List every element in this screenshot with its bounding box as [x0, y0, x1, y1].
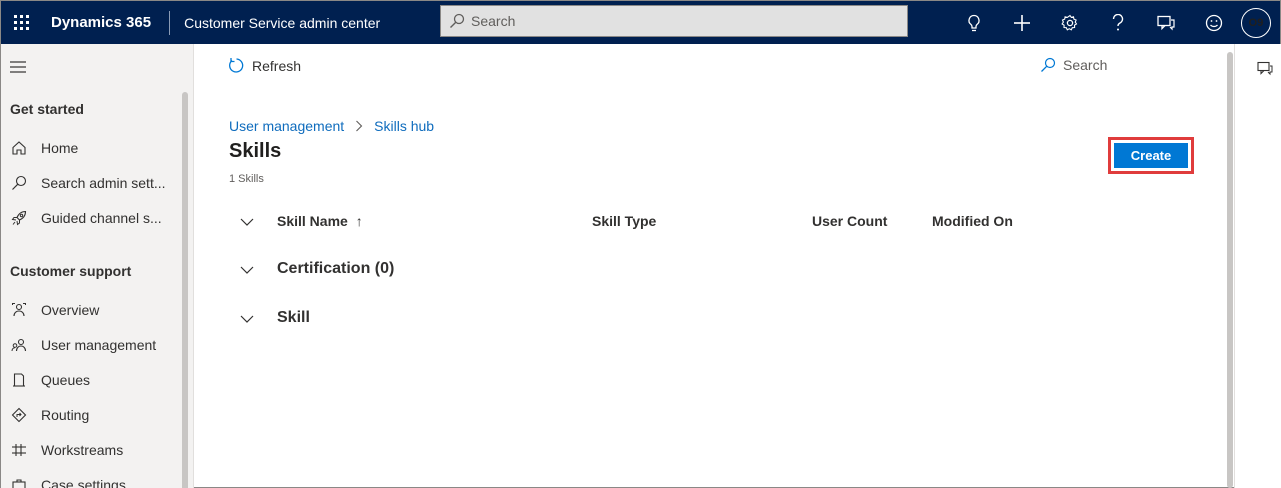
group-row-skill[interactable]: Skill: [229, 302, 1219, 336]
nav-item-routing[interactable]: Routing: [1, 398, 181, 432]
case-icon: [10, 476, 28, 488]
column-header-label: Skill Name: [277, 213, 348, 229]
refresh-button[interactable]: Refresh: [228, 57, 301, 74]
group-label: Certification (0): [277, 260, 395, 277]
user-avatar[interactable]: O9: [1241, 7, 1271, 38]
home-icon: [10, 139, 28, 157]
chevron-down-icon[interactable]: [239, 262, 255, 278]
breadcrumb-user-management[interactable]: User management: [229, 118, 344, 134]
sort-ascending-icon: ↑: [355, 213, 363, 229]
queue-icon: [10, 371, 28, 389]
grid-search-input[interactable]: Search: [1040, 57, 1107, 73]
add-icon[interactable]: [998, 1, 1046, 44]
nav-item-label: Home: [41, 140, 79, 156]
chevron-down-icon[interactable]: [239, 311, 255, 327]
nav-item-label: User management: [41, 337, 157, 353]
nav-item-label: Search admin sett...: [41, 175, 166, 191]
column-header-user-count[interactable]: User Count: [812, 213, 887, 229]
refresh-icon: [229, 58, 244, 73]
nav-section-customer-support: Customer support: [10, 263, 132, 279]
nav-item-label: Case settings: [41, 477, 126, 488]
waffle-icon: [13, 15, 29, 30]
nav-item-label: Queues: [41, 372, 91, 388]
rocket-icon: [10, 209, 28, 227]
routing-icon: [10, 406, 28, 424]
nav-item-search-admin-settings[interactable]: Search admin sett...: [1, 166, 181, 200]
grid-header-row: Skill Name ↑ Skill Type User Count Modif…: [229, 206, 1219, 236]
content-scrollbar[interactable]: [1227, 52, 1233, 488]
page-title: Skills: [229, 140, 282, 162]
nav-item-user-management[interactable]: User management: [1, 328, 181, 362]
help-icon[interactable]: [1094, 1, 1142, 44]
hamburger-menu-icon[interactable]: [10, 60, 26, 78]
chevron-down-icon[interactable]: [239, 214, 255, 230]
nav-scrollbar[interactable]: [182, 92, 188, 488]
nav-item-label: Workstreams: [41, 442, 124, 458]
breadcrumb: User management Skills hub: [229, 118, 434, 134]
global-search-placeholder: Search: [471, 13, 516, 29]
settings-gear-icon[interactable]: [1046, 1, 1094, 44]
nav-item-workstreams[interactable]: Workstreams: [1, 433, 181, 467]
lightbulb-icon[interactable]: [950, 1, 998, 44]
app-launcher-button[interactable]: [1, 1, 41, 44]
nav-item-case-settings[interactable]: Case settings: [1, 468, 181, 488]
group-label: Skill: [277, 309, 310, 326]
workstream-icon: [10, 441, 28, 459]
group-row-certification[interactable]: Certification (0): [229, 253, 1219, 287]
chat-icon[interactable]: [1142, 1, 1190, 44]
command-bar: Refresh Search: [195, 44, 1227, 89]
nav-section-get-started: Get started: [10, 101, 84, 117]
search-icon: [10, 174, 28, 192]
nav-item-label: Routing: [41, 407, 90, 423]
column-header-modified-on[interactable]: Modified On: [932, 213, 1013, 229]
nav-item-label: Overview: [41, 302, 100, 318]
breadcrumb-skills-hub[interactable]: Skills hub: [374, 118, 434, 134]
nav-item-guided-channel-setup[interactable]: Guided channel s...: [1, 201, 181, 235]
grid-search-placeholder: Search: [1063, 57, 1108, 73]
search-icon: [1041, 57, 1056, 72]
top-actions: O9: [950, 1, 1280, 44]
overview-icon: [10, 301, 28, 319]
chevron-right-icon: [355, 120, 363, 132]
nav-item-home[interactable]: Home: [1, 131, 181, 165]
right-rail: [1234, 44, 1281, 488]
create-button[interactable]: Create: [1114, 143, 1188, 168]
global-search-input[interactable]: Search: [440, 5, 908, 37]
brand-name[interactable]: Dynamics 365: [41, 14, 169, 31]
chat-icon[interactable]: [1257, 61, 1273, 81]
create-button-highlight: Create: [1108, 137, 1194, 174]
refresh-label: Refresh: [252, 57, 302, 74]
left-navigation: Get started Home Search admin sett... Gu…: [1, 44, 194, 488]
feedback-smiley-icon[interactable]: [1190, 1, 1238, 44]
users-icon: [10, 336, 28, 354]
nav-item-label: Guided channel s...: [41, 210, 162, 226]
column-header-skill-name[interactable]: Skill Name ↑: [277, 213, 363, 229]
record-count: 1 Skills: [229, 173, 264, 185]
search-icon: [450, 13, 465, 28]
nav-item-overview[interactable]: Overview: [1, 293, 181, 327]
column-header-skill-type[interactable]: Skill Type: [592, 213, 656, 229]
app-name[interactable]: Customer Service admin center: [170, 15, 423, 31]
nav-item-queues[interactable]: Queues: [1, 363, 181, 397]
